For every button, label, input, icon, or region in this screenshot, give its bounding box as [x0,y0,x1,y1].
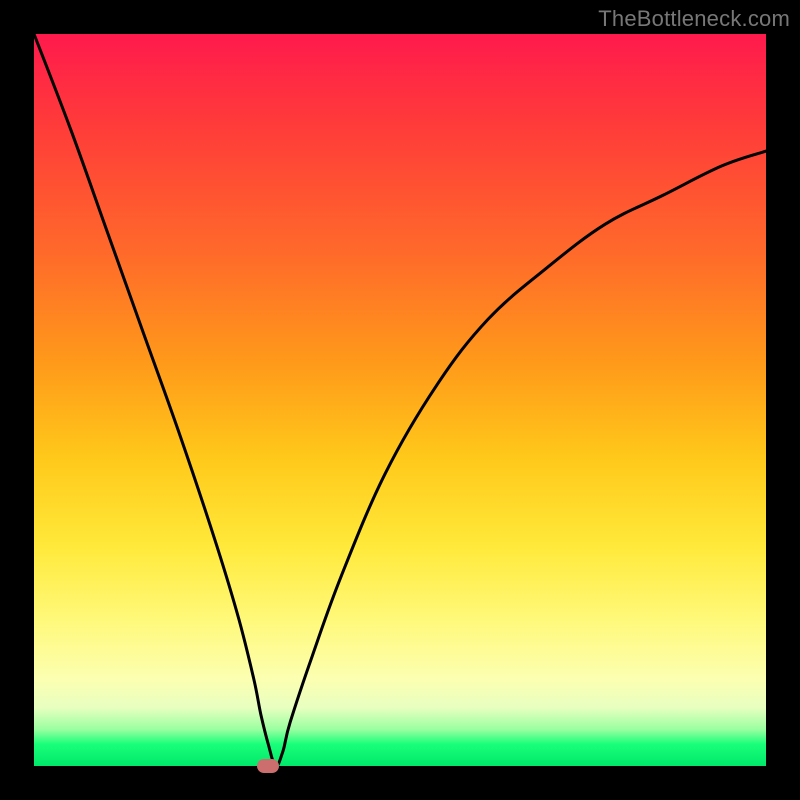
curve-svg [34,34,766,766]
bottleneck-curve [34,34,766,766]
optimal-marker [257,759,279,773]
plot-area [34,34,766,766]
chart-frame: TheBottleneck.com [0,0,800,800]
watermark-text: TheBottleneck.com [598,6,790,32]
